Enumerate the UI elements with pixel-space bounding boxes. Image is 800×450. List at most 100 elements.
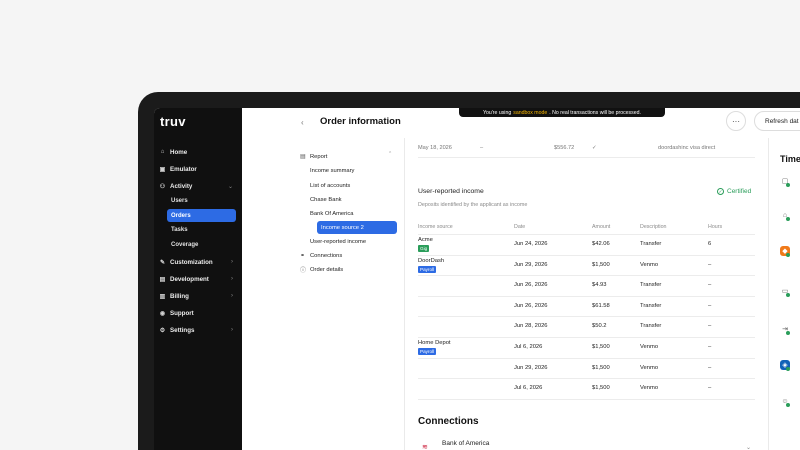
status-dot-icon bbox=[786, 293, 790, 297]
prev-row-dash: – bbox=[480, 145, 484, 151]
column-header-description: Description bbox=[640, 224, 667, 230]
tree-label: Order details bbox=[310, 266, 344, 273]
section-description: Deposits identified by the applicant as … bbox=[418, 202, 528, 208]
tree-label: Report bbox=[310, 153, 328, 160]
sidebar-item-home[interactable]: ⌂ Home bbox=[159, 145, 237, 159]
row-divider bbox=[418, 295, 755, 297]
tree-item-income-summary[interactable]: Income summary bbox=[310, 165, 354, 176]
cell-date: Jun 26, 2026 bbox=[514, 302, 548, 309]
sidebar-item-label: Support bbox=[170, 309, 194, 317]
sidebar-item-billing[interactable]: ▥ Billing › bbox=[159, 289, 237, 303]
report-icon: ▤ bbox=[300, 154, 306, 160]
cell-date: Jun 24, 2026 bbox=[514, 241, 548, 247]
refresh-data-button[interactable]: Refresh dat bbox=[754, 111, 800, 131]
sidebar-item-label: Billing bbox=[170, 292, 189, 300]
sidebar-item-support[interactable]: ◉ Support bbox=[159, 306, 237, 320]
sidebar-item-customization[interactable]: ✎ Customization › bbox=[159, 255, 237, 269]
cell-description: Transfer bbox=[640, 282, 662, 289]
tree-item-bank-of-america[interactable]: Bank Of America bbox=[310, 208, 354, 219]
tree-item-order-details[interactable]: ⓘ Order details bbox=[300, 264, 343, 275]
timeline-divider bbox=[768, 138, 769, 450]
row-divider bbox=[418, 378, 755, 380]
cell-hours: – bbox=[708, 302, 712, 309]
cell-description: Transfer bbox=[640, 302, 662, 309]
cell-hours: – bbox=[708, 344, 712, 350]
cell-hours: – bbox=[708, 323, 712, 330]
activity-icon: ⚇ bbox=[159, 183, 166, 190]
row-divider bbox=[418, 316, 755, 318]
chevron-right-icon: › bbox=[231, 276, 233, 282]
sidebar-subitem-users[interactable]: Users bbox=[167, 194, 236, 207]
status-dot-icon bbox=[786, 183, 790, 187]
row-divider bbox=[418, 275, 755, 277]
billing-icon: ▥ bbox=[159, 293, 166, 300]
column-header-income-source: Income source bbox=[418, 224, 453, 230]
cell-hours: – bbox=[708, 364, 712, 371]
cell-hours: – bbox=[708, 261, 712, 268]
cell-amount: $1,500 bbox=[592, 364, 610, 371]
truv-logo: truv bbox=[160, 114, 186, 129]
banner-suffix: . No real transactions will be processed… bbox=[549, 109, 641, 116]
sidebar-subitem-coverage[interactable]: Coverage bbox=[167, 238, 236, 251]
column-header-date: Date bbox=[514, 224, 526, 230]
cell-income-source: Acme bbox=[418, 237, 433, 243]
cell-description: Venmo bbox=[640, 261, 659, 268]
tree-item-user-reported-income[interactable]: User-reported income bbox=[310, 236, 366, 247]
check-icon: ✓ bbox=[592, 145, 597, 151]
sidebar-item-development[interactable]: ▤ Development › bbox=[159, 272, 237, 286]
row-divider bbox=[418, 337, 755, 338]
sidebar-item-activity[interactable]: ⚇ Activity ⌄ bbox=[159, 179, 237, 193]
row-divider bbox=[418, 234, 755, 235]
banner-mode: sandbox mode bbox=[513, 109, 548, 116]
chevron-up-icon[interactable]: ⌃ bbox=[388, 151, 392, 157]
section-title: User-reported income bbox=[418, 188, 484, 195]
page-title: Order information bbox=[320, 116, 401, 127]
sidebar-item-label: Development bbox=[170, 275, 209, 283]
cell-amount: $1,500 bbox=[592, 344, 610, 350]
sidebar-item-emulator[interactable]: ▣ Emulator bbox=[159, 162, 237, 176]
chevron-right-icon: › bbox=[231, 259, 233, 265]
sidebar: truv ⌂ Home ▣ Emulator ⚇ Activity ⌄ User… bbox=[154, 108, 242, 450]
sidebar-item-settings[interactable]: ⚙ Settings › bbox=[159, 323, 237, 337]
cell-date: Jun 28, 2026 bbox=[514, 323, 548, 330]
timeline-title: Time bbox=[780, 154, 800, 164]
row-divider bbox=[418, 157, 755, 158]
tree-item-report[interactable]: ▤ Report bbox=[300, 151, 327, 162]
connections-title: Connections bbox=[418, 416, 479, 427]
cell-hours: 6 bbox=[708, 241, 712, 247]
certified-label: Certified bbox=[727, 188, 752, 195]
cell-amount: $1,500 bbox=[592, 261, 610, 268]
cell-description: Venmo bbox=[640, 344, 659, 350]
bank-of-america-logo-icon: ≋ bbox=[422, 444, 428, 450]
status-dot-icon bbox=[786, 367, 790, 371]
tree-label: Connections bbox=[310, 252, 343, 259]
info-icon: ⓘ bbox=[300, 268, 307, 274]
cell-hours: – bbox=[708, 385, 712, 392]
cell-date: Jul 6, 2026 bbox=[514, 385, 543, 392]
tree-item-list-of-accounts[interactable]: List of accounts bbox=[310, 180, 350, 191]
status-dot-icon bbox=[786, 331, 790, 335]
sidebar-subitem-orders[interactable]: Orders bbox=[167, 209, 236, 222]
tree-item-income-source-2[interactable]: Income source 2 bbox=[317, 221, 397, 234]
cell-income-source: Home Depot bbox=[418, 340, 451, 346]
sidebar-subitem-tasks[interactable]: Tasks bbox=[167, 223, 236, 236]
cell-amount: $42.06 bbox=[592, 241, 610, 247]
back-arrow-icon[interactable]: ‹ bbox=[301, 118, 304, 127]
certified-badge: ✓ Certified bbox=[717, 188, 751, 195]
cell-date: Jun 29, 2026 bbox=[514, 364, 548, 371]
tree-item-chase-bank[interactable]: Chase Bank bbox=[310, 194, 342, 205]
more-options-button[interactable]: ··· bbox=[726, 111, 746, 131]
prev-row-amount: $556.72 bbox=[554, 145, 575, 151]
cell-amount: $1,500 bbox=[592, 385, 610, 392]
cell-date: Jun 26, 2026 bbox=[514, 282, 548, 289]
status-dot-icon bbox=[786, 253, 790, 257]
brush-icon: ✎ bbox=[159, 259, 166, 266]
sidebar-item-label: Customization bbox=[170, 258, 213, 266]
cell-income-source: DoorDash bbox=[418, 257, 445, 264]
chevron-down-icon[interactable]: ⌄ bbox=[746, 444, 751, 450]
tree-item-connections[interactable]: ⚭ Connections bbox=[300, 250, 342, 261]
app-screen: truv ⌂ Home ▣ Emulator ⚇ Activity ⌄ User… bbox=[154, 108, 800, 450]
sidebar-item-label: Home bbox=[170, 148, 188, 156]
cell-description: Transfer bbox=[640, 323, 662, 330]
row-divider bbox=[418, 398, 755, 400]
